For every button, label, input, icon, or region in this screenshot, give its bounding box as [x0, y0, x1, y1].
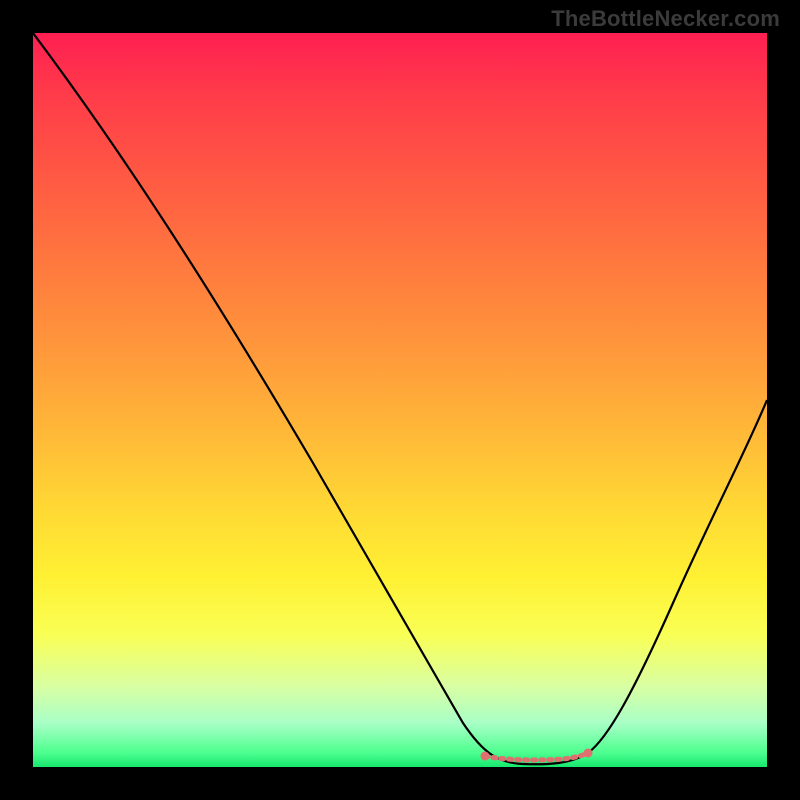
minimum-marker-left-dot	[481, 752, 490, 761]
chart-frame: TheBottleNecker.com	[0, 0, 800, 800]
watermark-text: TheBottleNecker.com	[551, 6, 780, 32]
minimum-marker-right-dot	[584, 749, 593, 758]
curve-path	[33, 33, 767, 764]
bottleneck-curve	[33, 33, 767, 767]
plot-area	[33, 33, 767, 767]
minimum-plateau-marker	[485, 753, 588, 760]
